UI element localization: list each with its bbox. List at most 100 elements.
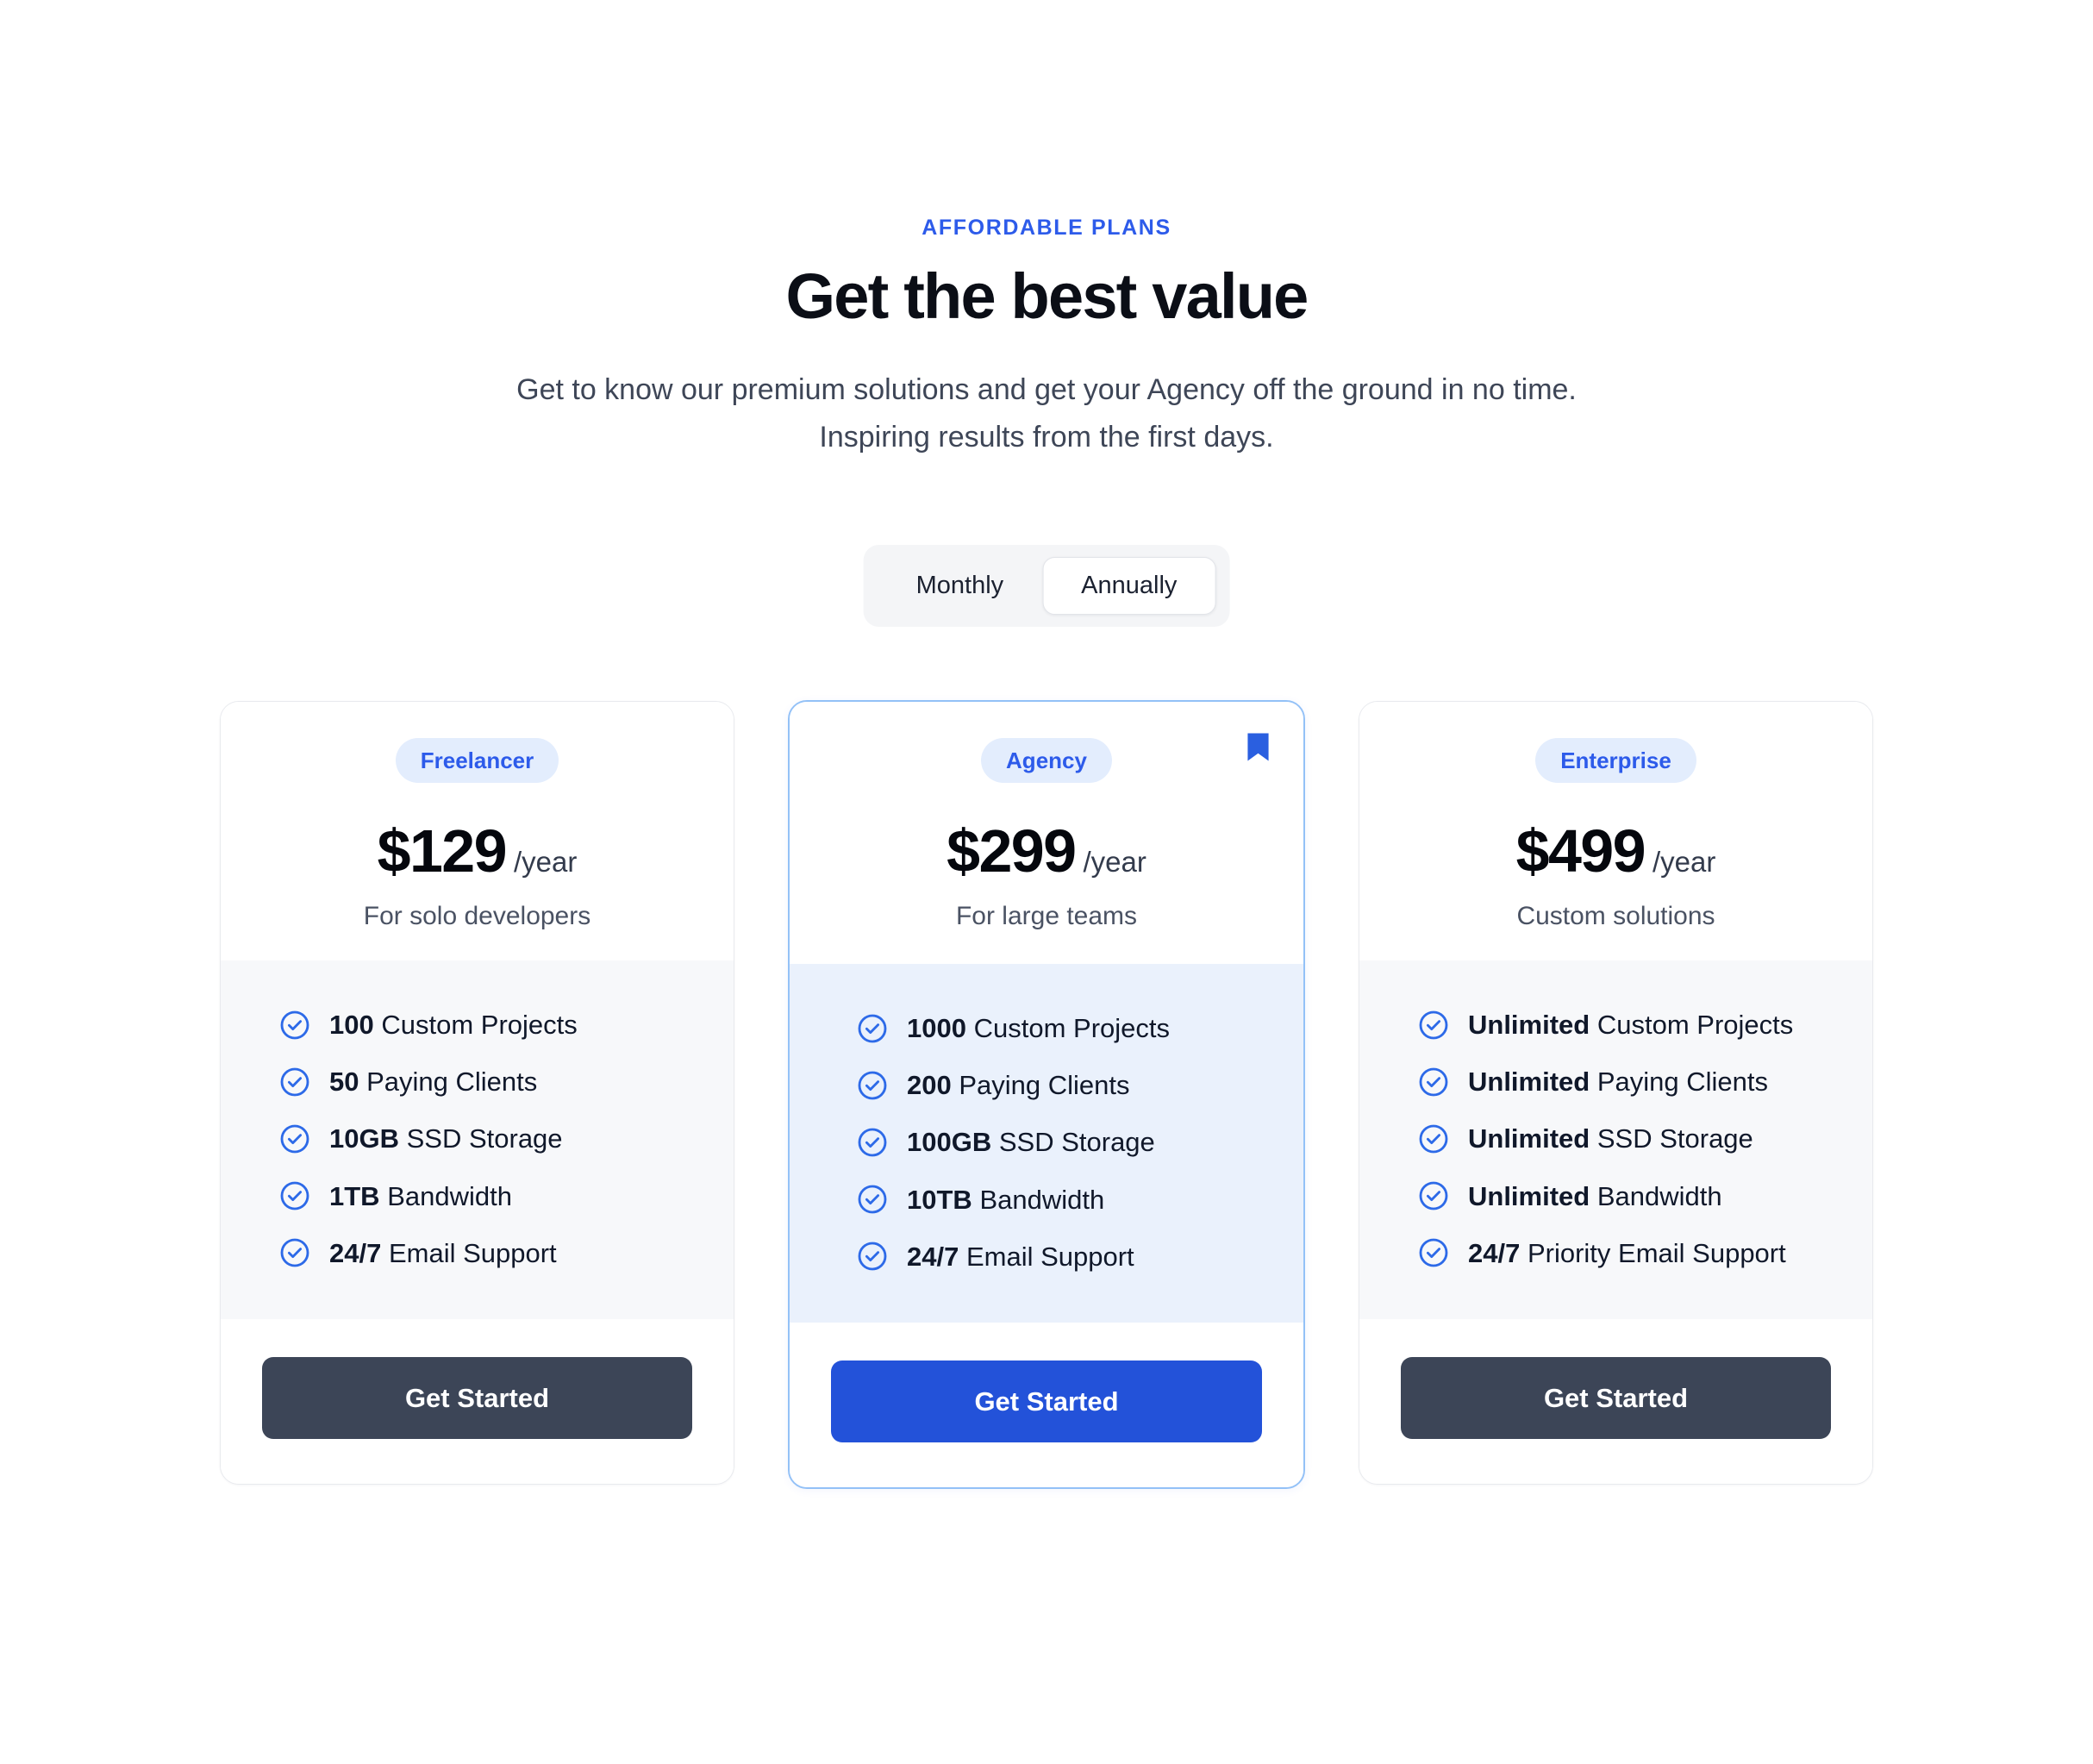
feature-value: 1TB [329,1180,380,1211]
feature-text: 10TB Bandwidth [907,1184,1104,1216]
check-circle-icon [279,1123,310,1154]
feature-label: Custom Projects [973,1013,1170,1043]
feature-text: 50 Paying Clients [329,1066,537,1098]
feature-text: 1000 Custom Projects [907,1012,1170,1044]
feature-label: Paying Clients [366,1067,538,1098]
feature-value: Unlimited [1468,1180,1590,1211]
feature-text: Unlimited Paying Clients [1468,1066,1768,1098]
card-header: Freelancer $129 /year For solo developer… [221,702,734,960]
check-circle-icon [279,1237,310,1268]
list-item: 10GB SSD Storage [279,1123,734,1154]
check-circle-icon [857,1070,888,1101]
check-circle-icon [1418,1123,1449,1154]
plan-badge: Enterprise [1535,738,1696,783]
feature-text: 10GB SSD Storage [329,1123,563,1154]
card-header: Agency $299 /year For large teams [790,702,1303,964]
page-subtitle: Get to know our premium solutions and ge… [516,372,1577,454]
plan-description: Custom solutions [1516,902,1715,930]
feature-value: Unlimited [1468,1123,1590,1154]
check-circle-icon [857,1013,888,1044]
feature-value: 1000 [907,1013,966,1043]
plan-description: For solo developers [363,902,591,930]
plan-badge: Agency [981,738,1112,783]
check-circle-icon [857,1127,888,1158]
feature-text: 200 Paying Clients [907,1069,1130,1101]
card-footer: Get Started [790,1322,1303,1487]
list-item: 1TB Bandwidth [279,1180,734,1212]
card-header: Enterprise $499 /year Custom solutions [1359,702,1872,960]
list-item: 200 Paying Clients [857,1069,1303,1101]
feature-value: 200 [907,1070,952,1101]
feature-value: 24/7 [329,1237,382,1268]
pricing-header: AFFORDABLE PLANS Get the best value Get … [0,217,2093,461]
feature-label: SSD Storage [998,1127,1155,1158]
list-item: 100 Custom Projects [279,1009,734,1041]
plan-period: /year [1652,846,1716,878]
toggle-option-annually[interactable]: Annually [1042,557,1216,615]
list-item: 24/7 Email Support [857,1241,1303,1273]
price-row: $129 /year [247,821,708,881]
feature-text: 100GB SSD Storage [907,1126,1155,1158]
feature-label: SSD Storage [1596,1123,1753,1154]
list-item: Unlimited SSD Storage [1418,1123,1872,1154]
feature-label: SSD Storage [406,1123,563,1154]
feature-label: Email Support [965,1241,1134,1272]
bookmark-icon[interactable] [1246,731,1271,763]
billing-period-toggle[interactable]: Monthly Annually [863,545,1230,627]
check-circle-icon [279,1180,310,1211]
feature-list: 1000 Custom Projects 200 Paying Clients … [790,964,1303,1323]
get-started-button[interactable]: Get Started [262,1356,692,1439]
plan-badge: Freelancer [395,738,559,783]
price-row: $299 /year [815,821,1278,881]
feature-label: Priority Email Support [1527,1237,1786,1268]
feature-text: 1TB Bandwidth [329,1180,512,1212]
check-circle-icon [279,1010,310,1041]
feature-value: Unlimited [1468,1010,1590,1040]
check-circle-icon [857,1184,888,1215]
feature-label: Paying Clients [1596,1067,1769,1098]
pricing-card-list: Freelancer $129 /year For solo developer… [220,700,1873,1489]
list-item: 100GB SSD Storage [857,1126,1303,1158]
list-item: Unlimited Bandwidth [1418,1180,1872,1212]
feature-text: Unlimited Bandwidth [1468,1180,1722,1212]
plan-price: $299 [947,817,1077,885]
feature-value: 24/7 [907,1241,959,1272]
feature-label: Bandwidth [979,1184,1105,1215]
feature-label: Paying Clients [959,1070,1130,1101]
feature-label: Email Support [388,1237,557,1268]
feature-text: Unlimited SSD Storage [1468,1123,1753,1154]
feature-label: Bandwidth [387,1180,512,1211]
check-circle-icon [1418,1237,1449,1268]
feature-value: 24/7 [1468,1237,1521,1268]
check-circle-icon [279,1067,310,1098]
pricing-card-freelancer: Freelancer $129 /year For solo developer… [220,701,734,1485]
feature-label: Bandwidth [1596,1180,1722,1211]
feature-text: 100 Custom Projects [329,1009,578,1041]
list-item: 24/7 Email Support [279,1237,734,1269]
plan-period: /year [513,846,578,878]
card-footer: Get Started [221,1318,734,1484]
list-item: Unlimited Paying Clients [1418,1066,1872,1098]
list-item: 10TB Bandwidth [857,1184,1303,1216]
get-started-button[interactable]: Get Started [1401,1356,1831,1439]
list-item: 24/7 Priority Email Support [1418,1237,1872,1269]
feature-label: Custom Projects [1596,1010,1794,1040]
get-started-button[interactable]: Get Started [831,1360,1262,1442]
card-footer: Get Started [1359,1318,1872,1484]
pricing-card-enterprise: Enterprise $499 /year Custom solutions U… [1359,701,1873,1485]
list-item: Unlimited Custom Projects [1418,1009,1872,1041]
check-circle-icon [1418,1010,1449,1041]
feature-value: 50 [329,1067,359,1098]
eyebrow-label: AFFORDABLE PLANS [922,216,1171,240]
feature-label: Custom Projects [381,1010,578,1040]
feature-text: 24/7 Email Support [907,1241,1134,1273]
plan-price: $129 [377,817,508,885]
feature-value: 10TB [907,1184,972,1215]
feature-list: Unlimited Custom Projects Unlimited Payi… [1359,960,1872,1319]
feature-text: Unlimited Custom Projects [1468,1009,1793,1041]
price-row: $499 /year [1385,821,1846,881]
feature-value: 10GB [329,1123,399,1154]
toggle-option-monthly[interactable]: Monthly [878,557,1043,615]
pricing-card-agency: Agency $299 /year For large teams 1000 C… [788,700,1305,1489]
page-title: Get the best value [785,260,1309,332]
